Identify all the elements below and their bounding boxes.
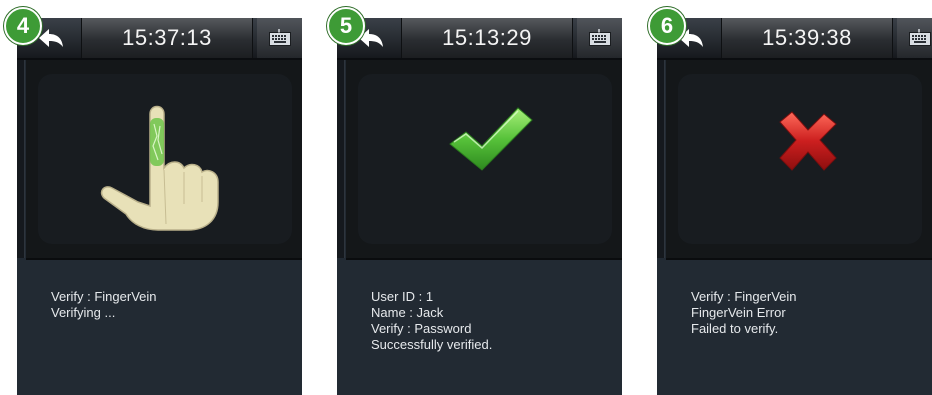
checkmark-icon	[449, 107, 533, 171]
keyboard-button[interactable]	[897, 18, 932, 58]
keyboard-button[interactable]	[577, 18, 622, 58]
clock-time: 15:39:38	[721, 18, 893, 58]
top-bar: 15:13:29	[337, 18, 622, 60]
device-screen-failed: 15:39:38 Verify: FingerVein FingerVein …	[657, 18, 932, 395]
step-badge: 4	[4, 7, 42, 45]
status-line: User ID : 1	[371, 289, 434, 304]
fingervein-hand-icon	[100, 105, 219, 231]
device-screen-verifying: 15:37:13 Verify: FingerVein Verifying .…	[17, 18, 302, 395]
status-line: Failed to verify.	[691, 321, 779, 336]
keyboard-icon	[589, 29, 611, 46]
verification-display	[26, 60, 302, 260]
step-badge: 6	[648, 7, 686, 45]
clock-time: 15:13:29	[401, 18, 573, 58]
status-text: Verify : FingerVein Verifying ...	[51, 289, 157, 321]
status-line: Successfully verified.	[371, 337, 493, 352]
keyboard-button[interactable]	[257, 18, 302, 58]
status-line: Name : Jack	[371, 305, 444, 320]
status-line: Verify : Password	[371, 321, 472, 336]
top-bar: 15:39:38	[657, 18, 932, 60]
status-text: Verify : FingerVein FingerVein Error Fai…	[691, 289, 797, 337]
keyboard-icon	[269, 29, 291, 46]
status-line: Verifying ...	[51, 305, 116, 320]
verification-display	[666, 60, 932, 260]
side-rail	[337, 60, 345, 258]
red-x-icon	[779, 111, 837, 171]
clock-time: 15:37:13	[81, 18, 253, 58]
status-text: User ID : 1 Name : Jack Verify : Passwor…	[371, 289, 492, 353]
verification-display	[346, 60, 622, 260]
side-rail	[17, 60, 25, 258]
device-screen-success: 15:13:29 User ID: 1 Name: Jack Verify …	[337, 18, 622, 395]
keyboard-icon	[909, 29, 931, 46]
side-rail	[657, 60, 665, 258]
status-line: FingerVein Error	[691, 305, 786, 320]
status-line: Verify : FingerVein	[691, 289, 797, 304]
step-badge: 5	[327, 7, 365, 45]
top-bar: 15:37:13	[17, 18, 302, 60]
status-line: Verify : FingerVein	[51, 289, 157, 304]
